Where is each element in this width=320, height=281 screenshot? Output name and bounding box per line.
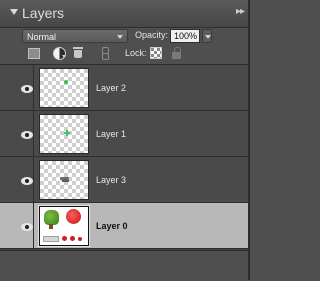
layer-thumbnail [39, 114, 89, 154]
blend-mode-value: Normal [27, 32, 57, 42]
lock-label: Lock: [125, 48, 147, 58]
new-layer-icon[interactable] [27, 47, 41, 59]
layer-row[interactable]: Layer 1 [0, 111, 250, 157]
layer-row[interactable]: Layer 3 [0, 157, 250, 203]
trash-icon[interactable] [72, 47, 86, 59]
red-dot [62, 236, 67, 241]
chevron-down-icon [117, 35, 123, 39]
layer-row-selected[interactable]: Layer 0 [0, 203, 250, 249]
panel-edge [248, 0, 250, 280]
layers-panel-header: Layers ▸▸ [0, 0, 250, 28]
layer-row[interactable]: Layer 2 [0, 65, 250, 111]
eye-icon[interactable] [21, 85, 33, 93]
panel-title: Layers [22, 5, 65, 21]
adjustment-layer-icon[interactable] [52, 47, 66, 60]
layer-thumbnail [38, 205, 90, 247]
layer-thumbnail [39, 68, 89, 108]
opacity-dropdown-button[interactable] [202, 29, 212, 43]
panel-footer [0, 250, 250, 281]
tree-stem [49, 224, 53, 229]
layer-name: Layer 3 [96, 175, 127, 185]
lock-transparency-icon[interactable] [150, 47, 162, 59]
red-circle-shape [66, 209, 81, 224]
blend-mode-dropdown[interactable]: Normal [22, 29, 128, 43]
link-icon[interactable] [99, 47, 113, 60]
green-dot-mark [64, 80, 68, 84]
opacity-input[interactable]: 100% [170, 29, 200, 43]
layer-name: Layer 2 [96, 83, 127, 93]
layer-toolbar: Lock: [0, 46, 250, 62]
blend-opacity-row: Normal Opacity: 100% [0, 27, 250, 45]
layer-thumbnail [39, 160, 89, 200]
red-dot [70, 236, 75, 241]
visibility-toggle[interactable] [0, 111, 34, 156]
eye-icon[interactable] [21, 177, 33, 185]
opacity-label: Opacity: [135, 30, 169, 40]
panel-menu-icon[interactable]: ▸▸ [236, 6, 245, 17]
visibility-toggle[interactable] [0, 65, 34, 110]
eye-icon[interactable] [21, 131, 33, 139]
scribble-mark [60, 177, 69, 182]
layer-name: Layer 0 [96, 221, 128, 231]
visibility-toggle[interactable] [0, 157, 34, 202]
green-plus-mark [64, 130, 70, 136]
layers-list: Layer 2 Layer 1 Layer 3 Layer 0 [0, 64, 250, 251]
eye-icon[interactable] [21, 223, 33, 231]
lock-icon[interactable] [170, 47, 184, 59]
tree-shape [44, 210, 59, 225]
visibility-toggle[interactable] [0, 203, 34, 248]
red-dot [78, 237, 82, 241]
bar-shape [43, 236, 59, 242]
collapse-triangle-icon[interactable] [10, 9, 18, 15]
layer-name: Layer 1 [96, 129, 127, 139]
